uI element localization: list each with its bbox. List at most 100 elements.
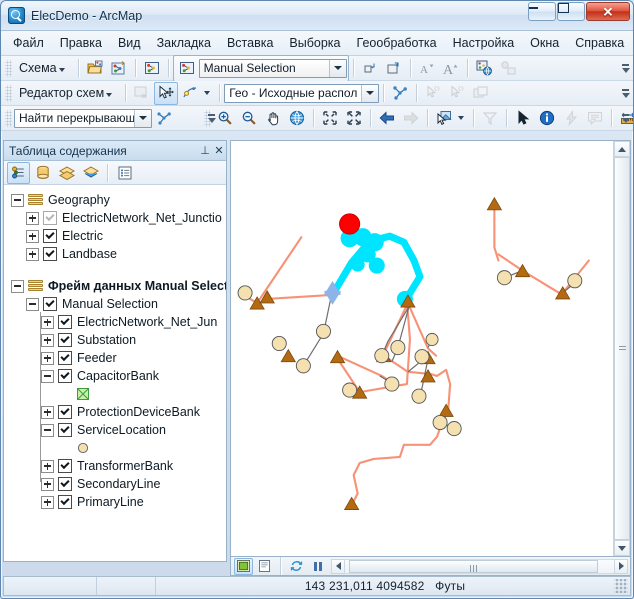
maximize-button[interactable] (557, 2, 585, 21)
toc-tree[interactable]: Geography ElectricNetwork_Net_Junctio El… (4, 185, 226, 561)
zoom-in-icon[interactable] (213, 107, 237, 130)
chevron-down-icon[interactable] (458, 116, 464, 120)
layer-visibility-checkbox[interactable] (58, 495, 72, 509)
toc-layer-protectiondevicebank[interactable]: ProtectionDeviceBank (4, 403, 226, 421)
hscroll-thumb[interactable] (349, 559, 598, 573)
layer-visibility-checkbox[interactable] (58, 423, 72, 437)
layout-combo[interactable]: Гео - Исходные распол (224, 83, 380, 103)
list-by-selection-icon[interactable] (79, 162, 102, 184)
toc-layer-secondaryline[interactable]: SecondaryLine (4, 475, 226, 493)
layer-visibility-checkbox[interactable] (58, 333, 72, 347)
layer-visibility-checkbox[interactable] (58, 477, 72, 491)
toc-group-manual-selection[interactable]: Manual Selection (4, 295, 226, 313)
full-extent-icon[interactable] (285, 107, 309, 130)
layer-visibility-checkbox[interactable] (43, 211, 57, 225)
enlarge-symbols-icon[interactable] (382, 57, 406, 80)
select-elements-icon[interactable] (511, 107, 535, 130)
edit-vertex-icon[interactable] (178, 82, 202, 105)
menu-view[interactable]: Вид (110, 33, 149, 53)
map-vertical-scrollbar[interactable] (613, 141, 630, 557)
layer-visibility-checkbox[interactable] (58, 459, 72, 473)
hscroll-track[interactable] (345, 558, 614, 574)
toc-layer-capacitorbank[interactable]: CapacitorBank (4, 367, 226, 385)
expand-icon[interactable] (41, 477, 54, 491)
list-by-source-icon[interactable] (31, 162, 54, 184)
toc-layer-substation[interactable]: Substation (4, 331, 226, 349)
toolbar-overflow-button[interactable] (620, 58, 631, 78)
expand-icon[interactable] (41, 315, 54, 329)
scroll-right-icon[interactable] (614, 558, 628, 574)
minimize-button[interactable] (528, 2, 556, 21)
menu-windows[interactable]: Окна (522, 33, 567, 53)
fixed-zoom-in-icon[interactable] (318, 107, 342, 130)
schematic-editor-menu-button[interactable]: Редактор схем (14, 84, 121, 102)
menu-insert[interactable]: Вставка (219, 33, 281, 53)
scroll-up-icon[interactable] (614, 141, 630, 157)
network-layout-icon[interactable] (388, 82, 412, 105)
pan-icon[interactable] (261, 107, 285, 130)
toolbar-grip[interactable] (5, 109, 12, 127)
layer-visibility-checkbox[interactable] (43, 247, 57, 261)
schematic-menu-button[interactable]: Схема (14, 59, 74, 77)
previous-extent-icon[interactable] (375, 107, 399, 130)
toolbar-grip[interactable] (5, 59, 12, 77)
select-features-icon[interactable] (432, 107, 456, 130)
collapse-icon[interactable] (41, 369, 54, 383)
layer-visibility-checkbox[interactable] (58, 351, 72, 365)
shrink-symbols-icon[interactable] (358, 57, 382, 80)
toc-dataframe-manual-selection[interactable]: Фрейм данных Manual Select (4, 277, 226, 295)
map-horizontal-scrollbar[interactable] (331, 558, 628, 574)
manual-selection-icon[interactable] (175, 57, 199, 80)
toc-options-icon[interactable] (113, 162, 136, 184)
close-icon[interactable]: ✕ (212, 144, 226, 157)
menu-bookmarks[interactable]: Закладка (149, 33, 219, 53)
expand-icon[interactable] (41, 405, 54, 419)
menu-selection[interactable]: Выборка (281, 33, 348, 53)
collapse-icon[interactable] (11, 279, 24, 293)
list-by-drawing-order-icon[interactable] (7, 161, 30, 184)
find-overlapping-combo[interactable]: Найти перекрывающи (14, 108, 152, 128)
menu-edit[interactable]: Правка (52, 33, 110, 53)
open-diagram-icon[interactable] (83, 57, 107, 80)
pause-drawing-icon[interactable] (308, 558, 327, 575)
decrease-font-icon[interactable]: A (415, 57, 439, 80)
fixed-zoom-out-icon[interactable] (342, 107, 366, 130)
collapse-icon[interactable] (26, 297, 39, 311)
menu-geoprocessing[interactable]: Геообработка (349, 33, 445, 53)
toolbar-overflow-button[interactable] (620, 83, 631, 103)
collapse-icon[interactable] (41, 423, 54, 437)
toolbar-grip[interactable] (5, 84, 12, 102)
data-view-icon[interactable] (234, 557, 253, 575)
expand-icon[interactable] (41, 495, 54, 509)
chevron-down-icon[interactable] (204, 91, 211, 95)
trace-network-icon[interactable] (152, 107, 176, 130)
chevron-down-icon[interactable] (134, 109, 151, 127)
menu-file[interactable]: Файл (5, 33, 52, 53)
layer-visibility-checkbox[interactable] (58, 369, 72, 383)
schematic-selection-combo[interactable]: Manual Selection (198, 58, 347, 78)
scroll-down-icon[interactable] (614, 540, 630, 557)
layout-view-icon[interactable] (255, 558, 274, 575)
pin-icon[interactable]: ⊥ (198, 144, 212, 157)
new-diagram-icon[interactable] (107, 57, 131, 80)
identify-icon[interactable] (535, 107, 559, 130)
expand-icon[interactable] (41, 333, 54, 347)
layer-visibility-checkbox[interactable] (58, 315, 72, 329)
chevron-down-icon[interactable] (328, 59, 346, 77)
menu-customize[interactable]: Настройка (445, 33, 523, 53)
increase-font-icon[interactable]: A (439, 57, 463, 80)
layer-visibility-checkbox[interactable] (58, 405, 72, 419)
toc-dataframe-geography[interactable]: Geography (4, 191, 226, 209)
expand-icon[interactable] (41, 351, 54, 365)
menu-help[interactable]: Справка (567, 33, 632, 53)
collapse-icon[interactable] (11, 193, 24, 207)
resize-grip[interactable] (614, 579, 628, 593)
map-canvas[interactable] (231, 141, 613, 557)
expand-icon[interactable] (26, 247, 39, 261)
layer-visibility-checkbox[interactable] (43, 229, 57, 243)
chevron-down-icon[interactable] (361, 84, 379, 102)
toc-layer-feeder[interactable]: Feeder (4, 349, 226, 367)
zoom-out-icon[interactable] (237, 107, 261, 130)
toc-layer-electricnetwork-net-junction[interactable]: ElectricNetwork_Net_Junctio (4, 209, 226, 227)
toc-layer-electricnetwork-net-jun[interactable]: ElectricNetwork_Net_Jun (4, 313, 226, 331)
